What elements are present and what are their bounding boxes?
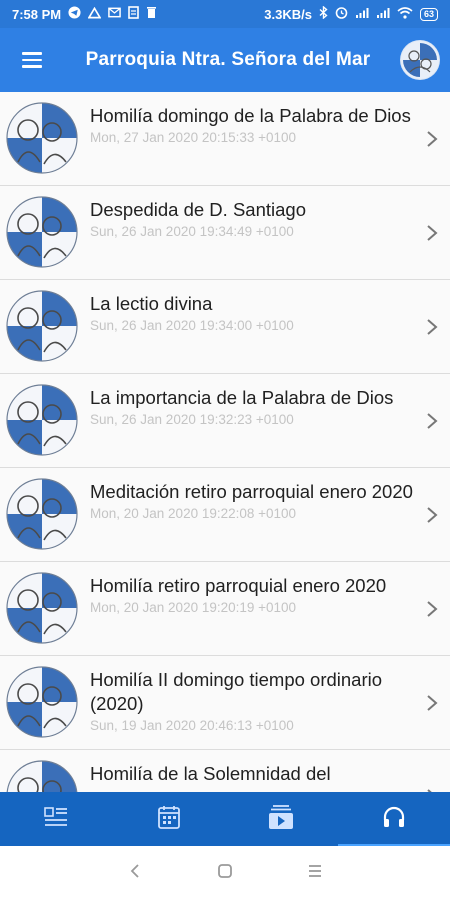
network-speed: 3.3KB/s [264, 6, 312, 22]
home-button[interactable] [205, 853, 245, 893]
item-date: Mon, 20 Jan 2020 19:20:19 +0100 [90, 600, 297, 615]
video-icon [268, 804, 294, 835]
chevron-right-icon [414, 750, 450, 792]
system-navigation-bar [0, 846, 450, 900]
list-item[interactable]: Meditación retiro parroquial enero 2020 … [0, 468, 450, 562]
chevron-right-icon [414, 374, 450, 468]
item-date: Sun, 26 Jan 2020 19:34:49 +0100 [90, 224, 294, 239]
item-title: La importancia de la Palabra de Dios [90, 387, 394, 408]
menu-button[interactable] [0, 28, 64, 92]
item-text: Homilía II domingo tiempo ordinario (202… [90, 656, 414, 733]
item-title: Homilía retiro parroquial enero 2020 [90, 575, 387, 596]
item-title: Homilía domingo de la Palabra de Dios [90, 105, 411, 126]
tab-calendar[interactable] [113, 792, 226, 846]
chevron-right-icon [414, 562, 450, 656]
chevron-right-icon [414, 468, 450, 562]
item-title: Meditación retiro parroquial enero 2020 [90, 481, 413, 502]
item-text: Homilía retiro parroquial enero 2020 Mon… [90, 562, 414, 615]
episode-thumbnail-icon [6, 196, 78, 268]
list-item[interactable]: La importancia de la Palabra de Dios Sun… [0, 374, 450, 468]
item-date: Mon, 20 Jan 2020 19:22:08 +0100 [90, 506, 297, 521]
recents-icon [307, 864, 323, 883]
episode-thumbnail-icon [6, 760, 78, 792]
episode-list: Homilía domingo de la Palabra de Dios Mo… [0, 92, 450, 792]
item-title: Homilía de la Solemnidad del [90, 763, 331, 784]
tab-video[interactable] [225, 792, 338, 846]
chevron-right-icon [414, 186, 450, 280]
item-date: Mon, 27 Jan 2020 20:15:33 +0100 [90, 130, 297, 145]
item-title: La lectio divina [90, 293, 213, 314]
item-title: Homilía II domingo tiempo ordinario (202… [90, 669, 383, 714]
item-date: Sun, 19 Jan 2020 20:46:13 +0100 [90, 718, 294, 733]
app-bar: Parroquia Ntra. Señora del Mar [0, 28, 450, 92]
list-item[interactable]: La lectio divina Sun, 26 Jan 2020 19:34:… [0, 280, 450, 374]
bottom-navigation [0, 792, 450, 846]
telegram-icon [68, 6, 81, 22]
hamburger-line [22, 58, 42, 62]
notification-icon [87, 6, 102, 22]
episode-thumbnail-icon [6, 384, 78, 456]
item-text: Homilía domingo de la Palabra de Dios Mo… [90, 92, 414, 145]
document-icon [128, 6, 139, 22]
hamburger-line [22, 52, 42, 55]
list-item[interactable]: Homilía retiro parroquial enero 2020 Mon… [0, 562, 450, 656]
parish-logo-icon [400, 40, 440, 80]
episode-thumbnail-icon [6, 666, 78, 738]
chevron-right-icon [414, 92, 450, 186]
alarm-icon [335, 6, 348, 22]
episode-thumbnail-icon [6, 478, 78, 550]
app-title: Parroquia Ntra. Señora del Mar [85, 49, 371, 70]
item-text: Meditación retiro parroquial enero 2020 … [90, 468, 414, 521]
item-text: Homilía de la Solemnidad del [90, 750, 414, 788]
episode-thumbnail-icon [6, 102, 78, 174]
list-item[interactable]: Homilía de la Solemnidad del [0, 750, 450, 792]
mail-icon [108, 7, 121, 21]
status-left: 7:58 PM [12, 6, 157, 22]
episode-thumbnail-icon [6, 290, 78, 362]
item-date: Sun, 26 Jan 2020 19:32:23 +0100 [90, 412, 294, 427]
wifi-icon [397, 6, 413, 22]
home-icon [217, 863, 233, 884]
recents-button[interactable] [295, 853, 335, 893]
episode-thumbnail-icon [6, 572, 78, 644]
signal-icon [376, 7, 390, 22]
chevron-right-icon [414, 280, 450, 374]
tab-audio[interactable] [337, 792, 450, 846]
status-right: 3.3KB/s 63 [264, 5, 438, 22]
headphones-icon [382, 805, 406, 834]
item-text: La lectio divina Sun, 26 Jan 2020 19:34:… [90, 280, 414, 333]
signal-icon [355, 7, 369, 22]
item-date: Sun, 26 Jan 2020 19:34:00 +0100 [90, 318, 294, 333]
status-time: 7:58 PM [12, 6, 62, 22]
calendar-icon [157, 805, 180, 834]
trash-icon [146, 6, 157, 22]
item-text: Despedida de D. Santiago Sun, 26 Jan 202… [90, 186, 414, 239]
hamburger-line [22, 65, 42, 68]
list-item[interactable]: Homilía domingo de la Palabra de Dios Mo… [0, 92, 450, 186]
list-item[interactable]: Homilía II domingo tiempo ordinario (202… [0, 656, 450, 750]
tab-news[interactable] [0, 792, 113, 846]
battery-indicator: 63 [419, 7, 438, 21]
bluetooth-icon [319, 5, 328, 22]
item-title: Despedida de D. Santiago [90, 199, 306, 220]
back-button[interactable] [115, 853, 155, 893]
back-icon [129, 863, 141, 884]
list-item[interactable]: Despedida de D. Santiago Sun, 26 Jan 202… [0, 186, 450, 280]
chevron-right-icon [414, 656, 450, 750]
item-text: La importancia de la Palabra de Dios Sun… [90, 374, 414, 427]
status-bar: 7:58 PM 3.3KB/s 63 [0, 0, 450, 28]
news-icon [44, 806, 68, 833]
